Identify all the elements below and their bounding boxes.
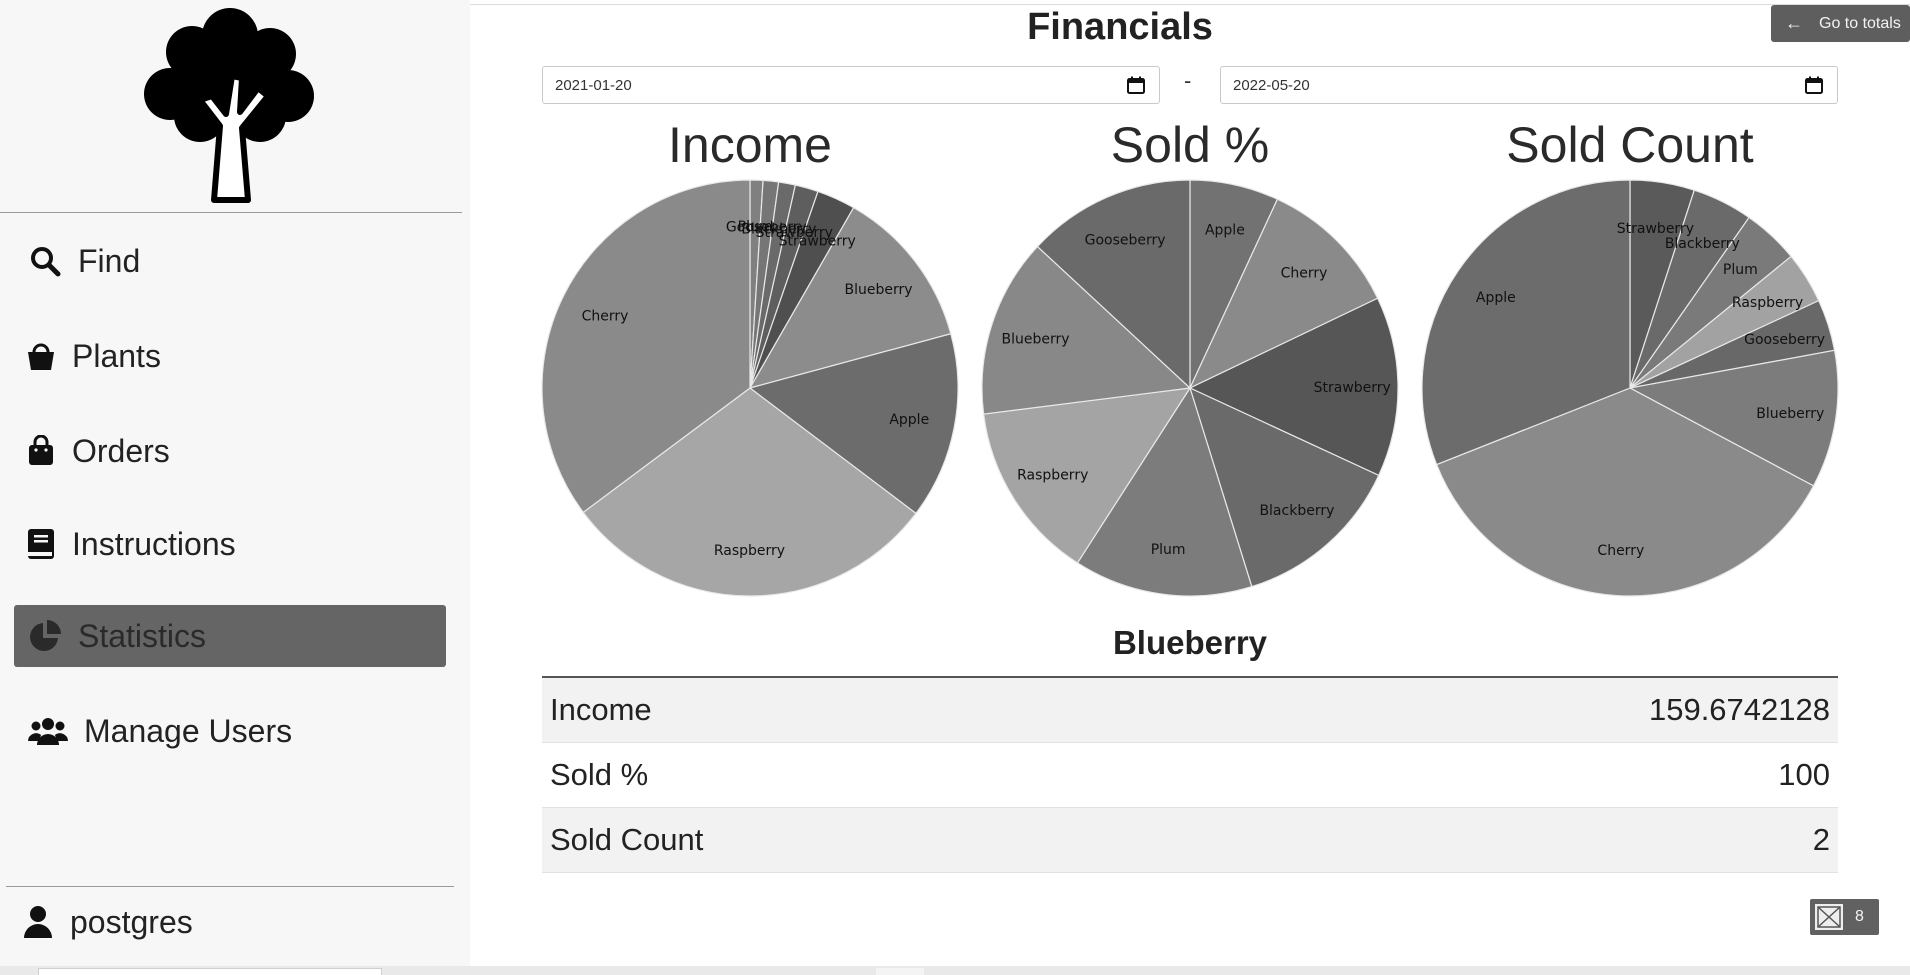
pie-slice-label: Gooseberry [1085, 232, 1166, 248]
current-user[interactable]: postgres [20, 896, 193, 948]
pie-slice-label: Apple [889, 412, 929, 428]
table-row: Income 159.6742128 [542, 678, 1838, 743]
bottom-tab[interactable] [38, 968, 382, 975]
pie-slice-label: Raspberry [1017, 468, 1088, 484]
user-name: postgres [70, 903, 193, 940]
pie-slice-label: Raspberry [1732, 295, 1803, 311]
detail-label: Sold Count [550, 822, 704, 857]
users-icon [26, 712, 70, 750]
broken-image-icon [1815, 904, 1843, 930]
pie-slice-label: Cherry [1281, 266, 1328, 282]
user-icon [20, 904, 56, 940]
pie-slice-label: Plum [1151, 542, 1186, 558]
pie-slice-label: Blackberry [1259, 503, 1334, 519]
detail-title: Blueberry [1112, 624, 1268, 661]
app-window: Find Plants Orders Instructions Statisti [0, 0, 1910, 975]
detail-label: Sold % [550, 757, 649, 792]
detail-table: Income 159.6742128 Sold % 100 Sold Count… [542, 676, 1838, 873]
detail-value: 159.6742128 [1648, 692, 1830, 727]
sidebar-divider [6, 886, 454, 887]
table-row: Sold % 100 [542, 743, 1838, 808]
pie-charts[interactable]: PlumGooseberryBlackberryStrawberryStrawb… [0, 0, 1910, 620]
pie-chart-icon [26, 617, 64, 655]
table-row: Sold Count 2 [542, 808, 1838, 873]
pie-slice-label: Strawberry [1617, 221, 1694, 237]
detail-value: 100 [1778, 757, 1830, 792]
pie-slice-label: Blueberry [1002, 331, 1070, 347]
pie-slice-label: Gooseberry [1744, 332, 1825, 348]
pie-slice-label: Strawberry [1314, 380, 1391, 396]
sidebar-item-label: Statistics [78, 617, 207, 654]
detail-value: 2 [1812, 822, 1830, 857]
notification-badge[interactable]: 8 [1810, 899, 1879, 935]
pie-slice-label: Blueberry [844, 282, 912, 298]
sidebar-item-manage-users[interactable]: Manage Users [14, 700, 446, 762]
pie-slice-label: Blueberry [1756, 406, 1824, 422]
pie-slice-label: Apple [1476, 290, 1516, 306]
bottom-tab-secondary[interactable] [876, 968, 924, 975]
pie-slice-label: Raspberry [714, 543, 785, 559]
pie-slice-label: Blackberry [1665, 236, 1740, 252]
pie-slice-label: Apple [1205, 223, 1245, 239]
pie-slice-label: Cherry [1597, 543, 1644, 559]
pie-slice-label: Cherry [582, 308, 629, 324]
pie-slice-label: Strawberry [779, 233, 856, 249]
sidebar-item-label: Manage Users [84, 712, 293, 749]
badge-count: 8 [1855, 908, 1864, 925]
pie-slice-label: Plum [1723, 262, 1758, 278]
detail-label: Income [550, 692, 652, 727]
